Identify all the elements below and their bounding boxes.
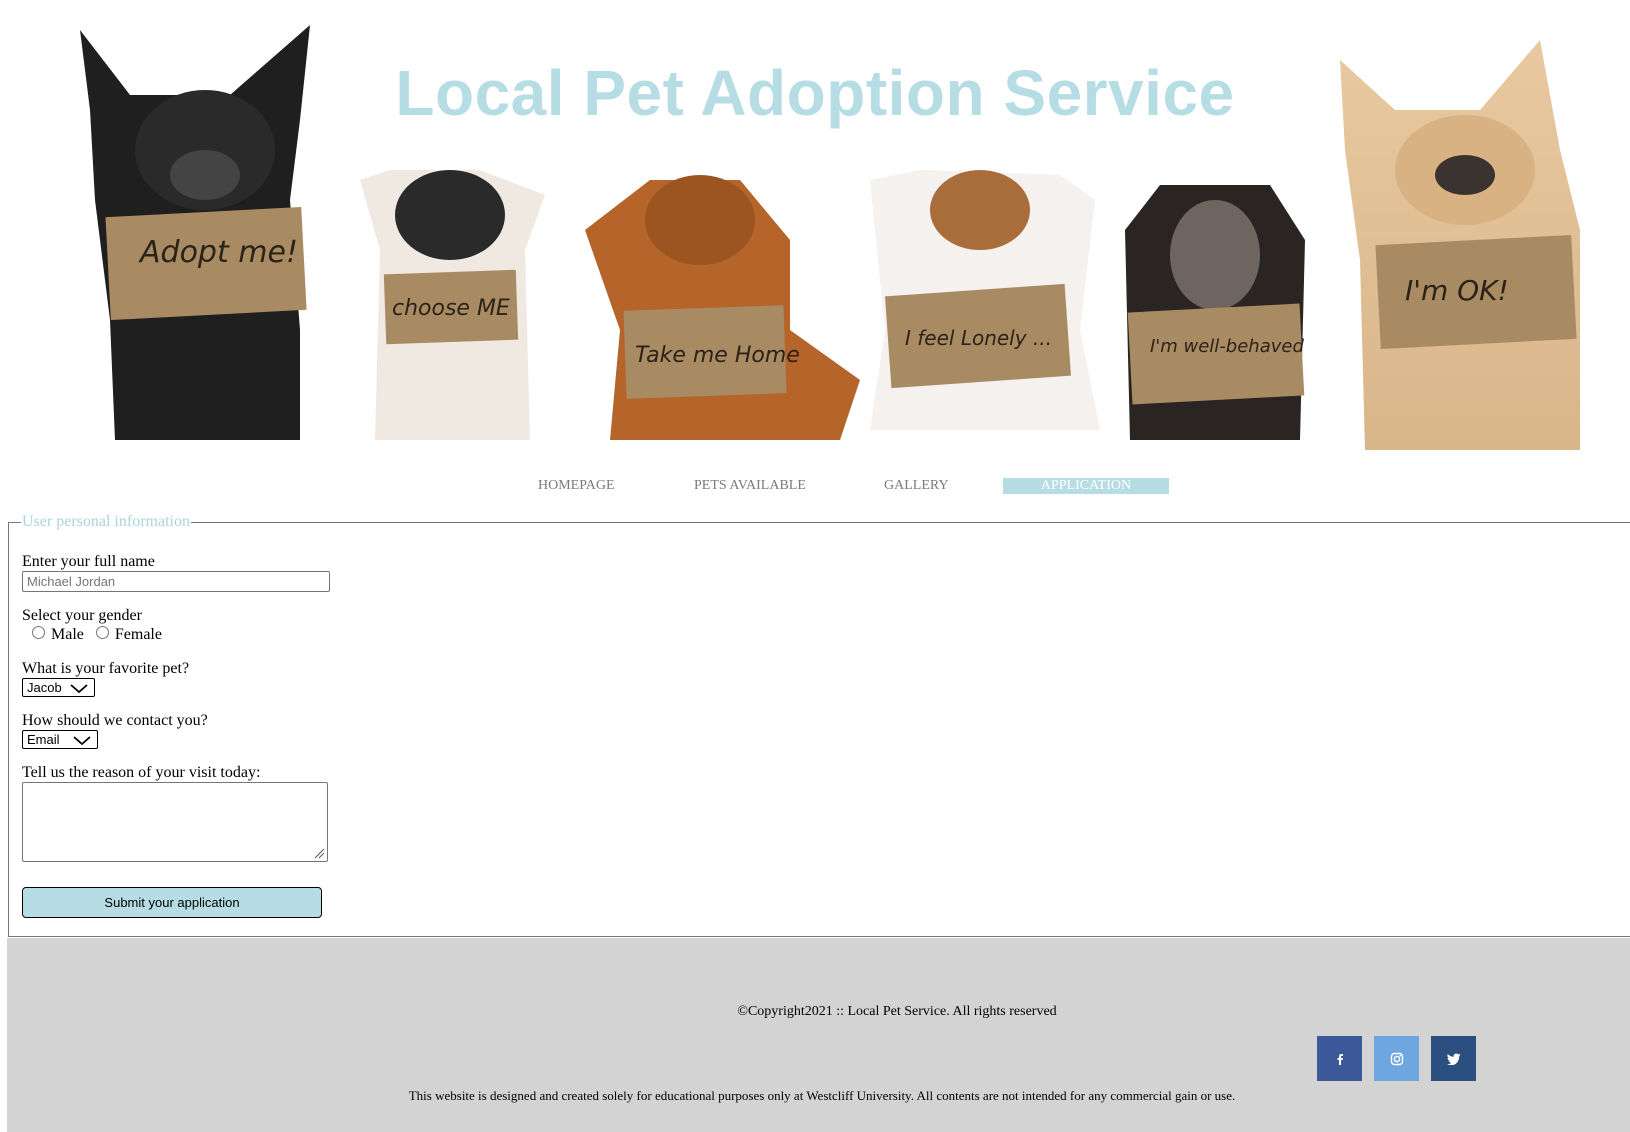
visit-reason-textarea[interactable] — [22, 782, 328, 862]
dog-sign-4: I feel Lonely ... — [905, 326, 1052, 350]
fieldset-legend: User personal information — [21, 513, 191, 531]
visit-reason-label: Tell us the reason of your visit today: — [22, 764, 261, 781]
resize-grip-icon[interactable] — [313, 847, 325, 859]
contact-method-label: How should we contact you? — [22, 712, 208, 729]
gender-label: Select your gender — [22, 607, 142, 624]
facebook-icon — [1337, 1053, 1343, 1065]
full-name-label: Enter your full name — [22, 553, 155, 570]
nav-application[interactable]: APPLICATION — [1003, 478, 1169, 494]
favorite-pet-label: What is your favorite pet? — [22, 660, 190, 677]
dog-4-illustration — [870, 170, 1100, 430]
full-name-input[interactable] — [22, 571, 330, 592]
dog-sign-2: choose ME — [392, 296, 510, 321]
header-banner: Adopt me! choose ME Take me Home I feel … — [0, 0, 1630, 470]
dog-3-illustration — [585, 175, 860, 440]
facebook-button[interactable] — [1317, 1036, 1362, 1081]
submit-application-button[interactable]: Submit your application — [22, 887, 322, 918]
instagram-button[interactable] — [1374, 1036, 1419, 1081]
dog-sign-1: Adopt me! — [138, 235, 298, 270]
footer: ©Copyright2021 :: Local Pet Service. All… — [7, 938, 1630, 1132]
twitter-icon — [1446, 1052, 1460, 1065]
site-title: Local Pet Adoption Service — [395, 57, 1235, 129]
copyright-text: ©Copyright2021 :: Local Pet Service. All… — [737, 1004, 1057, 1019]
nav-pets-available[interactable]: PETS AVAILABLE — [694, 478, 806, 494]
dog-sign-3: Take me Home — [635, 343, 800, 368]
contact-method-value: Email — [27, 732, 60, 747]
favorite-pet-select[interactable]: Jacob — [22, 678, 95, 697]
nav-gallery[interactable]: GALLERY — [884, 478, 949, 494]
chevron-down-icon — [70, 684, 88, 693]
dog-5-illustration — [1125, 185, 1305, 440]
chevron-down-icon — [73, 736, 91, 745]
twitter-button[interactable] — [1431, 1036, 1476, 1081]
gender-male-label: Male — [51, 626, 84, 643]
dog-sign-5: I'm well-behaved — [1150, 336, 1304, 357]
favorite-pet-value: Jacob — [27, 680, 62, 695]
instagram-icon — [1390, 1052, 1403, 1065]
dog-sign-6: I'm OK! — [1405, 274, 1509, 307]
nav-homepage[interactable]: HOMEPAGE — [538, 478, 615, 494]
gender-male-radio[interactable] — [32, 625, 45, 639]
disclaimer-text: This website is designed and created sol… — [408, 1088, 1236, 1103]
main-nav: HOMEPAGE PETS AVAILABLE GALLERY APPLICAT… — [0, 478, 1630, 496]
gender-radio-group: Male Female — [32, 625, 170, 646]
gender-female-radio[interactable] — [95, 625, 109, 639]
gender-female-label: Female — [114, 626, 162, 643]
contact-method-select[interactable]: Email — [22, 730, 98, 749]
